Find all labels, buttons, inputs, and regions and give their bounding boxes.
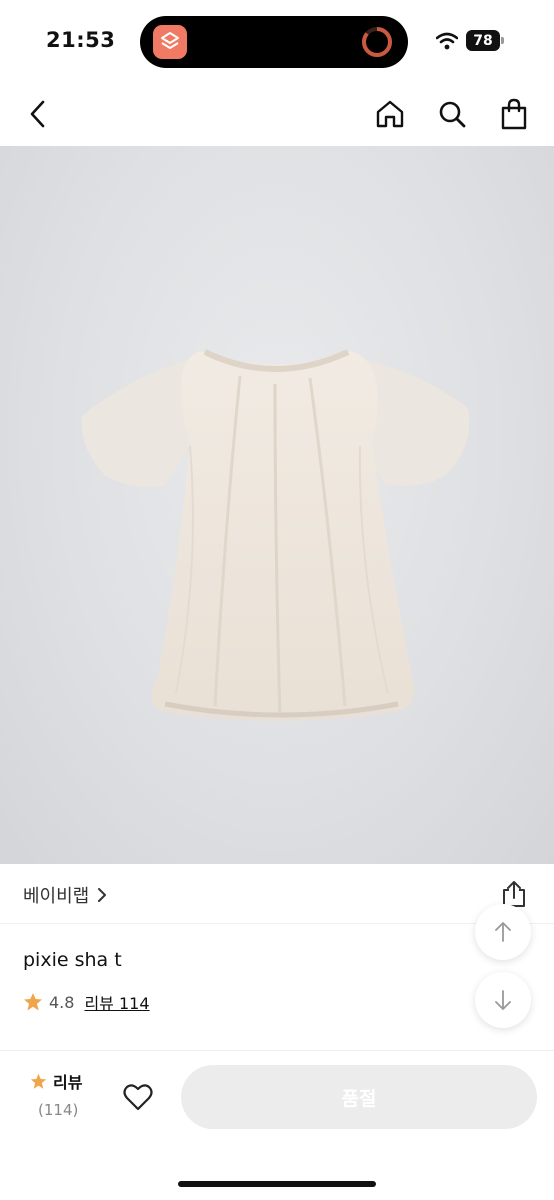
home-indicator <box>178 1181 376 1187</box>
arrow-up-icon <box>495 922 511 942</box>
brand-name: 베이비랩 <box>23 886 90 907</box>
scroll-down-button[interactable] <box>475 972 531 1028</box>
arrow-down-icon <box>495 990 511 1010</box>
rating-row: 4.8 리뷰 114 <box>23 990 150 1014</box>
nav-bar <box>0 84 554 146</box>
back-button[interactable] <box>18 94 58 134</box>
battery-icon: 78 <box>466 30 504 51</box>
back-chevron-icon <box>30 100 45 128</box>
bottom-action-bar: 리뷰 (114) 품절 <box>0 1050 554 1200</box>
shortcuts-app-icon[interactable] <box>153 25 187 59</box>
rating-value: 4.8 <box>49 992 75 1012</box>
product-image[interactable] <box>0 146 554 864</box>
home-button[interactable] <box>370 94 410 134</box>
wifi-icon <box>436 32 458 50</box>
scroll-up-button[interactable] <box>475 904 531 960</box>
battery-level: 78 <box>466 30 500 51</box>
chevron-right-icon <box>98 888 107 902</box>
review-count: (114) <box>38 1101 79 1119</box>
product-name: pixie sha t <box>23 949 122 971</box>
review-link[interactable]: 리뷰 114 <box>84 990 149 1014</box>
product-info: 베이비랩 pixie sha t 4.8 리뷰 114 <box>0 864 554 1050</box>
status-bar: 21:53 78 <box>0 0 554 84</box>
cart-button[interactable] <box>494 94 534 134</box>
sold-out-button[interactable]: 품절 <box>181 1065 537 1129</box>
shopping-bag-icon <box>501 98 527 130</box>
product-photo-garment <box>81 349 470 721</box>
heart-icon <box>123 1084 153 1111</box>
search-button[interactable] <box>432 94 472 134</box>
activity-ring-icon <box>362 27 392 57</box>
brand-link[interactable]: 베이비랩 <box>23 882 107 908</box>
like-button[interactable] <box>120 1079 156 1115</box>
review-label: 리뷰 <box>53 1073 83 1092</box>
brand-row: 베이비랩 <box>0 864 554 924</box>
home-icon <box>376 100 404 128</box>
review-summary-button[interactable]: 리뷰 (114) <box>30 1069 100 1119</box>
star-icon <box>24 993 42 1011</box>
search-icon <box>439 101 466 128</box>
star-icon <box>30 1073 47 1089</box>
status-time: 21:53 <box>46 28 116 52</box>
dynamic-island[interactable] <box>140 16 408 68</box>
